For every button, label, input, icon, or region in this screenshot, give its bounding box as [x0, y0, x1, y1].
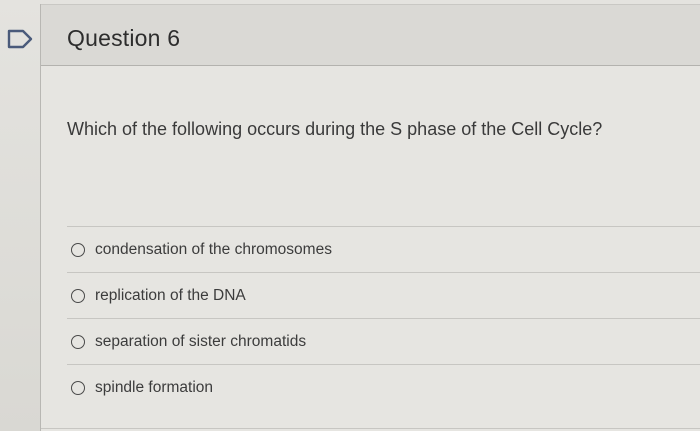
answer-option-label: spindle formation — [95, 378, 214, 396]
flag-column — [0, 0, 40, 431]
answer-option[interactable]: condensation of the chromosomes — [67, 226, 700, 272]
answer-option-label: separation of sister chromatids — [95, 332, 307, 350]
answer-option[interactable]: separation of sister chromatids — [67, 318, 700, 364]
answer-option[interactable]: replication of the DNA — [67, 272, 700, 318]
answer-option-label: replication of the DNA — [95, 286, 246, 304]
question-header: Question 6 — [41, 4, 700, 66]
radio-button[interactable] — [71, 334, 85, 349]
radio-button[interactable] — [71, 242, 85, 257]
radio-button[interactable] — [71, 380, 85, 395]
answer-options: condensation of the chromosomes replicat… — [67, 226, 700, 410]
answer-option[interactable]: spindle formation — [67, 364, 700, 410]
radio-button[interactable] — [71, 288, 85, 303]
question-prompt: Which of the following occurs during the… — [67, 119, 603, 139]
quiz-screen: Question 6 Which of the following occurs… — [0, 0, 700, 431]
question-card: Question 6 Which of the following occurs… — [40, 4, 700, 431]
card-divider — [41, 428, 700, 429]
answer-option-label: condensation of the chromosomes — [95, 240, 332, 258]
question-title: Question 6 — [67, 25, 181, 51]
flag-question-icon[interactable] — [6, 28, 36, 50]
